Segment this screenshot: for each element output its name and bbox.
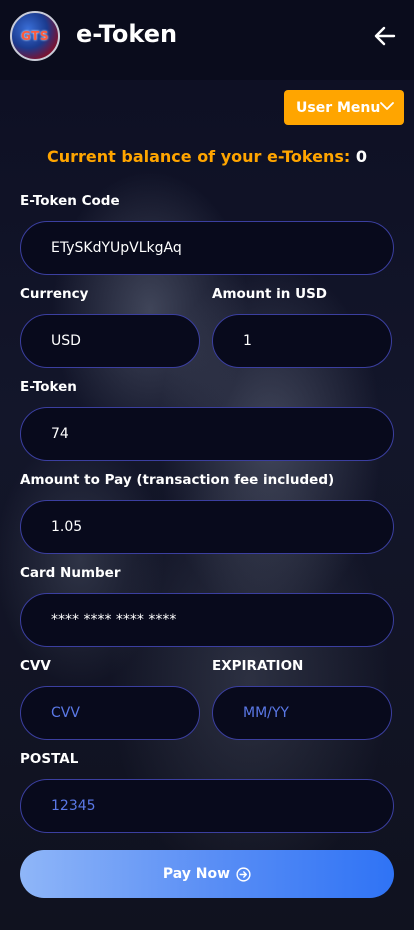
arrow-right-circle-icon [236,866,251,882]
amount-usd-label: Amount in USD [212,286,327,302]
gts-logo[interactable]: GTS [10,11,60,61]
logo-text: GTS [21,29,49,43]
card-number-label: Card Number [20,565,121,581]
card-number-input[interactable]: **** **** **** **** [20,593,394,647]
user-menu-label: User Menu [296,99,381,116]
etoken-code-input[interactable]: ETySKdYUpVLkgAq [20,221,394,275]
amount-to-pay-label: Amount to Pay (transaction fee included) [20,472,335,488]
arrow-left-icon [374,26,396,46]
chevron-down-icon [380,102,394,110]
main-content: User Menu Current balance of your e-Toke… [0,80,414,930]
user-menu-button[interactable]: User Menu [284,90,404,125]
currency-label: Currency [20,286,89,302]
balance-value: 0 [355,147,367,166]
expiration-label: EXPIRATION [212,658,304,674]
etoken-input[interactable]: 74 [20,407,394,461]
balance-label: Current balance of your e-Tokens: [46,147,351,166]
amount-to-pay-input[interactable]: 1.05 [20,500,394,554]
expiration-input[interactable]: MM/YY [212,686,392,740]
back-button[interactable] [372,24,398,48]
page-title: e-Token [76,20,178,48]
app-header: GTS e-Token [0,0,414,80]
etoken-code-label: E-Token Code [20,193,120,209]
balance-line: Current balance of your e-Tokens: 0 [0,147,414,166]
postal-label: POSTAL [20,751,79,767]
cvv-input[interactable]: CVV [20,686,200,740]
pay-now-label: Pay Now [162,866,231,882]
etoken-label: E-Token [20,379,77,395]
amount-usd-input[interactable]: 1 [212,314,392,368]
cvv-label: CVV [20,658,51,674]
currency-input[interactable]: USD [20,314,200,368]
pay-now-button[interactable]: Pay Now [20,850,394,898]
postal-input[interactable]: 12345 [20,779,394,833]
